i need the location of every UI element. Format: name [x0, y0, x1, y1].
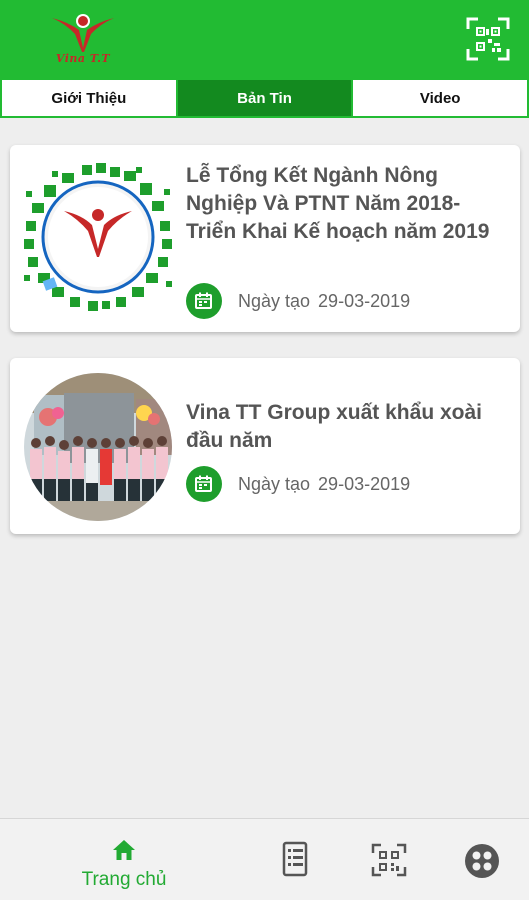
nav-home[interactable]: Trang chủ: [70, 819, 178, 900]
nav-news[interactable]: [278, 819, 312, 900]
news-title: Vina TT Group xuất khẩu xoài đầu năm: [186, 401, 482, 452]
date-label: Ngày tạo: [238, 473, 311, 494]
tab-bar: Giới Thiệu Bản Tin Video: [0, 80, 529, 118]
date-value: 29-03-2019: [318, 290, 411, 311]
news-card[interactable]: Vina TT Group xuất khẩu xoài đầu năm Ngà…: [10, 358, 520, 534]
news-thumbnail: [24, 163, 172, 311]
tab-gioi-thieu[interactable]: Giới Thiệu: [2, 80, 176, 116]
news-title: Lễ Tổng Kết Ngành Nông Nghiệp Và PTNT Nă…: [186, 164, 490, 243]
app-logo: Vina T.T: [48, 8, 118, 68]
qr-code-button[interactable]: [466, 17, 510, 61]
date-value: 29-03-2019: [318, 473, 411, 494]
app-header: Vina T.T: [0, 0, 529, 80]
grid-menu-icon: [465, 844, 499, 878]
qr-scan-icon: [371, 843, 407, 877]
news-photo: [24, 373, 172, 521]
news-list-icon: [282, 841, 308, 877]
home-icon: [113, 840, 135, 860]
nav-qr[interactable]: [370, 819, 408, 900]
logo-figure-icon: [52, 14, 114, 52]
date-label: Ngày tạo: [238, 290, 311, 311]
logo-text: Vina T.T: [55, 52, 111, 65]
calendar-icon: [186, 466, 222, 502]
news-meta: Ngày tạo 29-03-2019: [186, 283, 410, 319]
tab-ban-tin[interactable]: Bản Tin: [177, 80, 352, 116]
news-card[interactable]: Lễ Tổng Kết Ngành Nông Nghiệp Và PTNT Nă…: [10, 145, 520, 332]
bottom-nav: Trang chủ: [0, 818, 529, 900]
nav-home-label: Trang chủ: [81, 869, 167, 890]
nav-menu[interactable]: [462, 819, 502, 900]
news-meta: Ngày tạo 29-03-2019: [186, 466, 410, 502]
qr-code-icon: [466, 17, 510, 61]
calendar-icon: [186, 283, 222, 319]
tab-video[interactable]: Video: [353, 80, 528, 116]
